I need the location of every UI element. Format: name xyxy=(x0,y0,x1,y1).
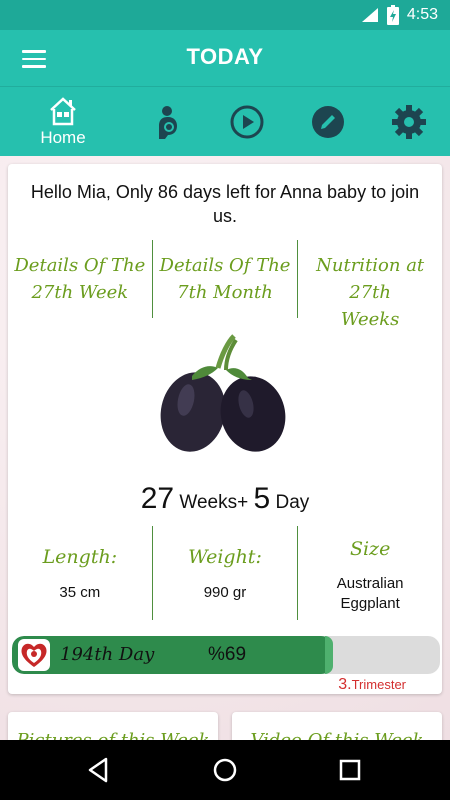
month-details-link[interactable]: Details Of The 7th Month xyxy=(153,240,297,318)
pictures-of-week-card[interactable]: Pictures of this Week xyxy=(8,712,218,740)
home-nav-icon[interactable] xyxy=(209,754,241,786)
status-bar: 4:53 xyxy=(0,0,450,30)
page-title: TODAY xyxy=(186,44,264,69)
tab-home[interactable]: Home xyxy=(20,87,106,157)
progress-percent: %69 xyxy=(208,644,247,665)
week-summary-card: Hello Mia, Only 86 days left for Anna ba… xyxy=(8,164,442,694)
gear-icon xyxy=(392,105,426,139)
weeks-days-counter: 27 Weeks+ 5 Day xyxy=(140,482,310,515)
heart-baby-icon xyxy=(18,639,50,671)
video-of-week-title: Video Of this Week xyxy=(232,730,442,740)
weight-label: Weight: xyxy=(188,546,262,568)
nutrition-link[interactable]: Nutrition at 27th Weeks xyxy=(298,240,442,330)
pregnancy-progress-bar: 194th Day %69 xyxy=(12,636,440,674)
tab-notes[interactable] xyxy=(285,87,371,157)
eggplant-image xyxy=(160,334,286,452)
signal-icon xyxy=(361,8,378,22)
home-icon xyxy=(50,97,76,126)
weight-stat: Weight: 990 gr xyxy=(153,526,297,620)
tab-home-label: Home xyxy=(40,128,86,147)
baby-icon xyxy=(159,106,177,139)
status-time: 4:53 xyxy=(406,6,438,23)
week-details-link[interactable]: Details Of The 27th Week xyxy=(8,240,152,318)
tab-baby[interactable] xyxy=(123,87,209,157)
tab-video[interactable] xyxy=(204,87,290,157)
details-row: Details Of The 27th Week Details Of The 7t… xyxy=(8,240,442,330)
system-nav-bar xyxy=(0,740,450,800)
size-value: Australian Eggplant xyxy=(336,575,404,612)
app-bar: TODAY xyxy=(0,30,450,86)
greeting-text: Hello Mia, Only 86 days left for Anna ba… xyxy=(30,182,420,226)
back-icon[interactable] xyxy=(82,754,114,786)
pictures-of-week-title: Pictures of this Week xyxy=(8,730,218,740)
length-label: Length: xyxy=(42,546,118,568)
video-of-week-card[interactable]: Video Of this Week xyxy=(232,712,442,740)
tab-bar: Home xyxy=(0,86,450,156)
length-stat: Length: 35 cm xyxy=(8,526,152,620)
length-value: 35 cm xyxy=(59,584,101,601)
battery-charging-icon xyxy=(386,5,399,25)
size-label: Size xyxy=(349,538,391,560)
play-icon xyxy=(230,105,264,139)
content-area: Hello Mia, Only 86 days left for Anna ba… xyxy=(0,156,450,740)
tab-settings[interactable] xyxy=(366,87,450,157)
size-stat: Size Australian Eggplant xyxy=(298,526,442,620)
recents-icon[interactable] xyxy=(334,754,366,786)
trimester-label: 3.Trimester xyxy=(338,676,406,693)
baby-stats-row: Length: 35 cm Weight: 990 gr Size Austra… xyxy=(8,526,442,620)
pencil-icon xyxy=(312,106,344,138)
day-count-label: 194th Day xyxy=(60,644,155,665)
weight-value: 990 gr xyxy=(203,584,247,601)
